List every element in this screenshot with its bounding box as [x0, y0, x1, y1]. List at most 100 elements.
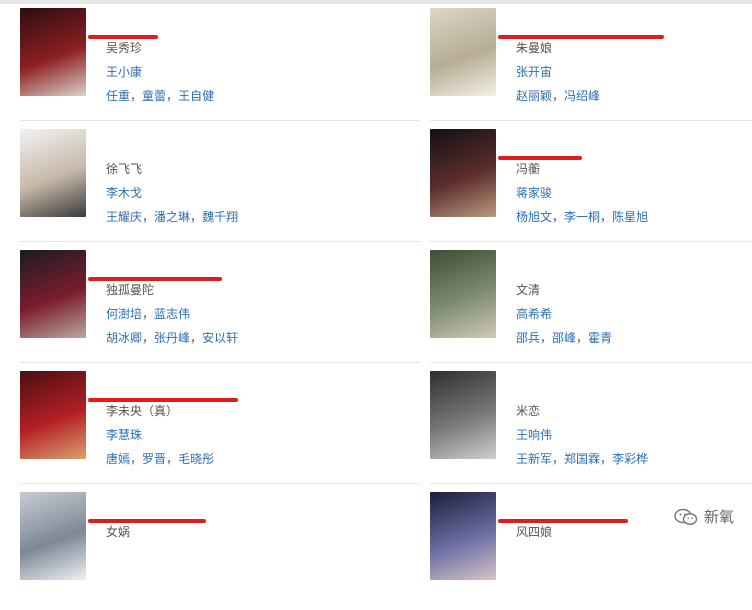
person-link[interactable]: 王新军 — [516, 452, 552, 466]
person-link[interactable]: 邵兵 — [516, 331, 540, 345]
person-link[interactable]: 郑国霖 — [564, 452, 600, 466]
actor-value: 文清 — [516, 283, 541, 297]
cast-value: 胡冰卿，张丹峰，安以轩 — [106, 331, 238, 345]
person-link[interactable]: 王耀庆 — [106, 210, 142, 224]
director-line: 蒋家骏 — [510, 184, 552, 201]
film-item: 吴秀珍 王小康 任重，童蕾，王自健 — [20, 8, 420, 126]
cast-value: 邵兵，邵峰，霍青 — [516, 331, 612, 345]
actor-line: 朱曼娘 — [510, 39, 552, 56]
poster-image[interactable] — [20, 8, 86, 96]
separator-comma: ， — [190, 331, 203, 345]
person-link[interactable]: 安以轩 — [202, 331, 238, 345]
person-link[interactable]: 霍青 — [588, 331, 612, 345]
cast-line: 任重，童蕾，王自健 — [100, 87, 214, 104]
actor-line: 冯蘅 — [510, 160, 540, 177]
poster-image[interactable] — [430, 129, 496, 217]
person-link[interactable]: 李一桐 — [564, 210, 600, 224]
separator-comma: ， — [142, 307, 155, 321]
film-item: 女娲 — [20, 492, 420, 610]
actor-line: 米恋 — [510, 402, 540, 419]
row-divider — [430, 362, 752, 363]
person-link[interactable]: 王自健 — [178, 89, 214, 103]
person-link[interactable]: 罗晋 — [142, 452, 166, 466]
person-link[interactable]: 陈星旭 — [612, 210, 648, 224]
film-item: 米恋 王响伟 王新军，郑国霖，李彩桦 — [430, 371, 752, 489]
film-item: 徐飞飞 李木戈 王耀庆，潘之琳，魏千翔 — [20, 129, 420, 247]
top-border — [0, 0, 752, 4]
cast-line: 杨旭文，李一桐，陈星旭 — [510, 208, 648, 225]
person-link[interactable]: 杨旭文 — [516, 210, 552, 224]
title-row — [100, 138, 106, 157]
person-link[interactable]: 赵丽颖 — [516, 89, 552, 103]
person-link[interactable]: 唐嫣 — [106, 452, 130, 466]
cast-value: 赵丽颖，冯绍峰 — [516, 89, 600, 103]
separator-comma: ， — [166, 89, 179, 103]
poster-image[interactable] — [20, 250, 86, 338]
red-underline-mark — [88, 35, 158, 39]
person-link[interactable]: 潘之琳 — [154, 210, 190, 224]
red-underline-mark — [88, 277, 222, 281]
person-link[interactable]: 魏千翔 — [202, 210, 238, 224]
poster-image[interactable] — [430, 492, 496, 580]
row-divider — [20, 120, 420, 121]
actor-value: 独孤曼陀 — [106, 283, 155, 297]
actor-value: 徐飞飞 — [106, 162, 143, 176]
poster-image[interactable] — [20, 492, 86, 580]
person-link[interactable]: 胡冰卿 — [106, 331, 142, 345]
watermark-text: 新氧 — [703, 508, 734, 526]
separator-comma: ， — [540, 331, 553, 345]
director-value: 何澍培，蓝志伟 — [106, 307, 190, 321]
separator-comma: ， — [130, 452, 143, 466]
actor-value: 女娲 — [106, 525, 131, 539]
separator-comma: ， — [166, 452, 179, 466]
separator-comma: ， — [576, 331, 589, 345]
poster-image[interactable] — [430, 250, 496, 338]
director-value: 蒋家骏 — [516, 186, 552, 200]
cast-line: 王耀庆，潘之琳，魏千翔 — [100, 208, 238, 225]
red-underline-mark — [498, 519, 628, 523]
person-link[interactable]: 毛晓彤 — [178, 452, 214, 466]
separator-comma: ， — [190, 210, 203, 224]
film-item: 朱曼娘张开宙赵丽颖，冯绍峰 — [430, 8, 752, 126]
director-line: 何澍培，蓝志伟 — [100, 305, 190, 322]
person-link[interactable]: 任重 — [106, 89, 130, 103]
red-underline-mark — [88, 398, 238, 402]
actor-line: 女娲 — [100, 523, 130, 540]
poster-image[interactable] — [20, 371, 86, 459]
person-link[interactable]: 王小康 — [106, 65, 142, 79]
title-row — [510, 138, 516, 157]
person-link[interactable]: 王响伟 — [516, 428, 552, 442]
person-link[interactable]: 张丹峰 — [154, 331, 190, 345]
person-link[interactable]: 蒋家骏 — [516, 186, 552, 200]
person-link[interactable]: 邵峰 — [552, 331, 576, 345]
film-item: 冯蘅 蒋家骏 杨旭文，李一桐，陈星旭 — [430, 129, 752, 247]
person-link[interactable]: 李木戈 — [106, 186, 142, 200]
row-divider — [430, 120, 752, 121]
actor-value: 朱曼娘 — [516, 41, 553, 55]
poster-image[interactable] — [430, 371, 496, 459]
person-link[interactable]: 高希希 — [516, 307, 552, 321]
poster-image[interactable] — [430, 8, 496, 96]
person-link[interactable]: 李慧珠 — [106, 428, 142, 442]
separator-comma: ， — [552, 89, 565, 103]
director-line: 李木戈 — [100, 184, 142, 201]
person-link[interactable]: 李彩桦 — [612, 452, 648, 466]
row-divider — [430, 483, 752, 484]
cast-value: 王耀庆，潘之琳，魏千翔 — [106, 210, 238, 224]
film-item: 李未央（真） 李慧珠 唐嫣，罗晋，毛晓彤 — [20, 371, 420, 489]
separator-comma: ， — [600, 210, 613, 224]
person-link[interactable]: 冯绍峰 — [564, 89, 600, 103]
row-divider — [430, 241, 752, 242]
person-link[interactable]: 蓝志伟 — [154, 307, 190, 321]
person-link[interactable]: 何澍培 — [106, 307, 142, 321]
poster-image[interactable] — [20, 129, 86, 217]
separator-comma: ， — [600, 452, 613, 466]
actor-value: 李未央（真） — [106, 404, 179, 418]
person-link[interactable]: 童蕾 — [142, 89, 166, 103]
actor-line: 徐飞飞 — [100, 160, 142, 177]
actor-line: 李未央（真） — [100, 402, 178, 419]
person-link[interactable]: 张开宙 — [516, 65, 552, 79]
actor-line: 吴秀珍 — [100, 39, 142, 56]
film-item: 独孤曼陀 何澍培，蓝志伟 胡冰卿，张丹峰，安以轩 — [20, 250, 420, 368]
cast-line: 赵丽颖，冯绍峰 — [510, 87, 600, 104]
